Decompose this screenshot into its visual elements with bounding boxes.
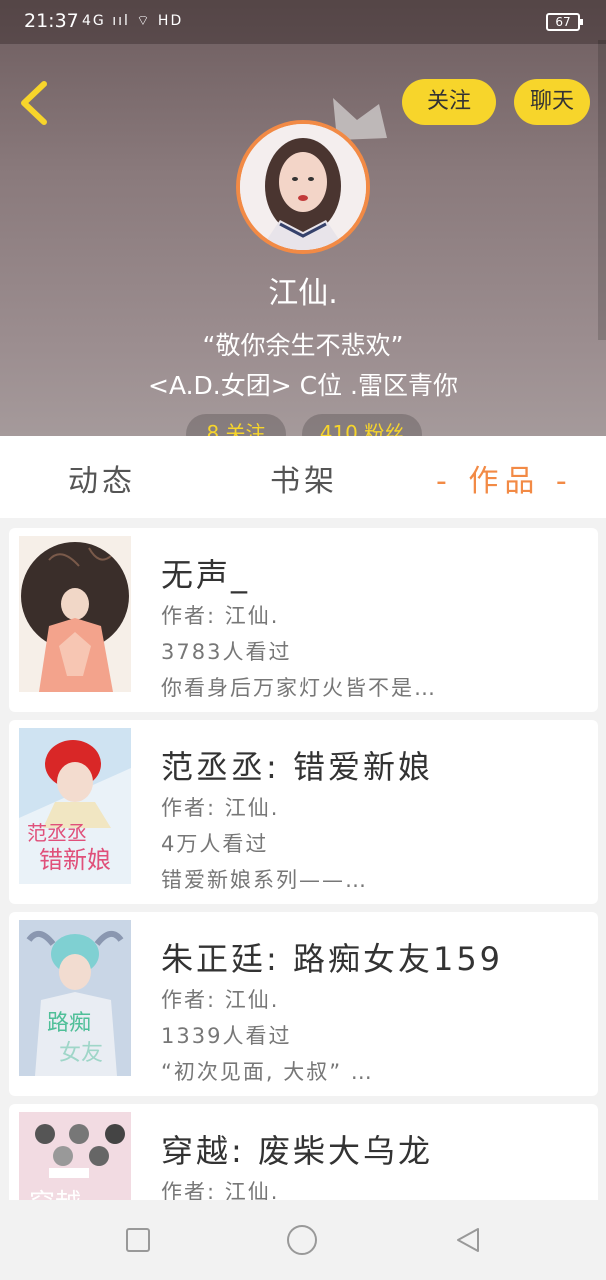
status-bar: 21:37 4G ııl ⌔ HD 67 — [0, 0, 606, 44]
svg-text:路痴: 路痴 — [47, 1011, 91, 1036]
list-item[interactable]: 无声_ 作者: 江仙. 3783人看过 你看身后万家灯火皆不是… — [9, 528, 598, 712]
follow-button[interactable]: 关注 — [402, 79, 496, 125]
svg-text:女友: 女友 — [59, 1041, 103, 1066]
home-icon[interactable] — [286, 1224, 318, 1256]
book-cover — [19, 536, 131, 692]
book-views: 1339人看过 — [161, 1024, 292, 1048]
book-description: 你看身后万家灯火皆不是… — [161, 676, 437, 700]
signal-icon: 4G ııl ⌔ HD — [82, 13, 184, 29]
book-description: “初次见面, 大叔” … — [161, 1060, 374, 1084]
book-title: 无声_ — [161, 556, 251, 594]
book-author: 作者: 江仙. — [161, 988, 280, 1012]
book-cover: 路痴 女友 — [19, 920, 131, 1076]
back-button[interactable] — [14, 78, 54, 128]
list-item[interactable]: 穿越 穿越: 废柴大乌龙 作者: 江仙. — [9, 1104, 598, 1200]
profile-name: 江仙. — [268, 276, 338, 311]
book-cover: 穿越 — [19, 1112, 131, 1200]
back-nav-icon[interactable] — [454, 1226, 482, 1254]
status-time: 21:37 — [24, 10, 79, 32]
list-item[interactable]: 范丞丞 错新娘 范丞丞: 错爱新娘 作者: 江仙. 4万人看过 错爱新娘系列——… — [9, 720, 598, 904]
profile-tabs: 动态 书架 - 作品 - — [0, 436, 606, 518]
profile-header: 21:37 4G ııl ⌔ HD 67 关注 聊天 江仙. “敬你余生不悲欢” — [0, 0, 606, 436]
book-author: 作者: 江仙. — [161, 796, 280, 820]
profile-tagline: <A.D.女团> C位 .雷区青你 — [148, 371, 458, 400]
book-author: 作者: 江仙. — [161, 604, 280, 628]
system-nav-bar — [0, 1200, 606, 1280]
book-cover: 范丞丞 错新娘 — [19, 728, 131, 884]
book-title: 朱正廷: 路痴女友159 — [161, 940, 504, 978]
book-views: 3783人看过 — [161, 640, 292, 664]
chat-button[interactable]: 聊天 — [514, 79, 590, 125]
tab-moments[interactable]: 动态 — [68, 456, 136, 500]
following-count[interactable]: 8 关注 — [186, 414, 286, 436]
avatar-image — [240, 124, 366, 250]
svg-text:错新娘: 错新娘 — [39, 846, 111, 874]
book-description: 错爱新娘系列——… — [161, 868, 368, 892]
svg-text:穿越: 穿越 — [29, 1189, 81, 1200]
profile-quote: “敬你余生不悲欢” — [202, 331, 404, 360]
svg-text:范丞丞: 范丞丞 — [27, 821, 87, 845]
recent-apps-icon[interactable] — [124, 1226, 152, 1254]
chevron-left-icon — [21, 81, 47, 125]
tab-works[interactable]: - 作品 - — [436, 456, 573, 500]
tab-bookshelf[interactable]: 书架 — [270, 456, 338, 500]
book-author: 作者: 江仙. — [161, 1180, 280, 1200]
book-title: 穿越: 废柴大乌龙 — [161, 1132, 433, 1170]
book-views: 4万人看过 — [161, 832, 269, 856]
battery-icon: 67 — [546, 13, 583, 31]
avatar[interactable] — [236, 120, 370, 254]
works-list: 无声_ 作者: 江仙. 3783人看过 你看身后万家灯火皆不是… 范丞丞 错新娘… — [0, 518, 606, 1200]
list-item[interactable]: 路痴 女友 朱正廷: 路痴女友159 作者: 江仙. 1339人看过 “初次见面… — [9, 912, 598, 1096]
fans-count[interactable]: 410 粉丝 — [302, 414, 422, 436]
book-title: 范丞丞: 错爱新娘 — [161, 748, 433, 786]
